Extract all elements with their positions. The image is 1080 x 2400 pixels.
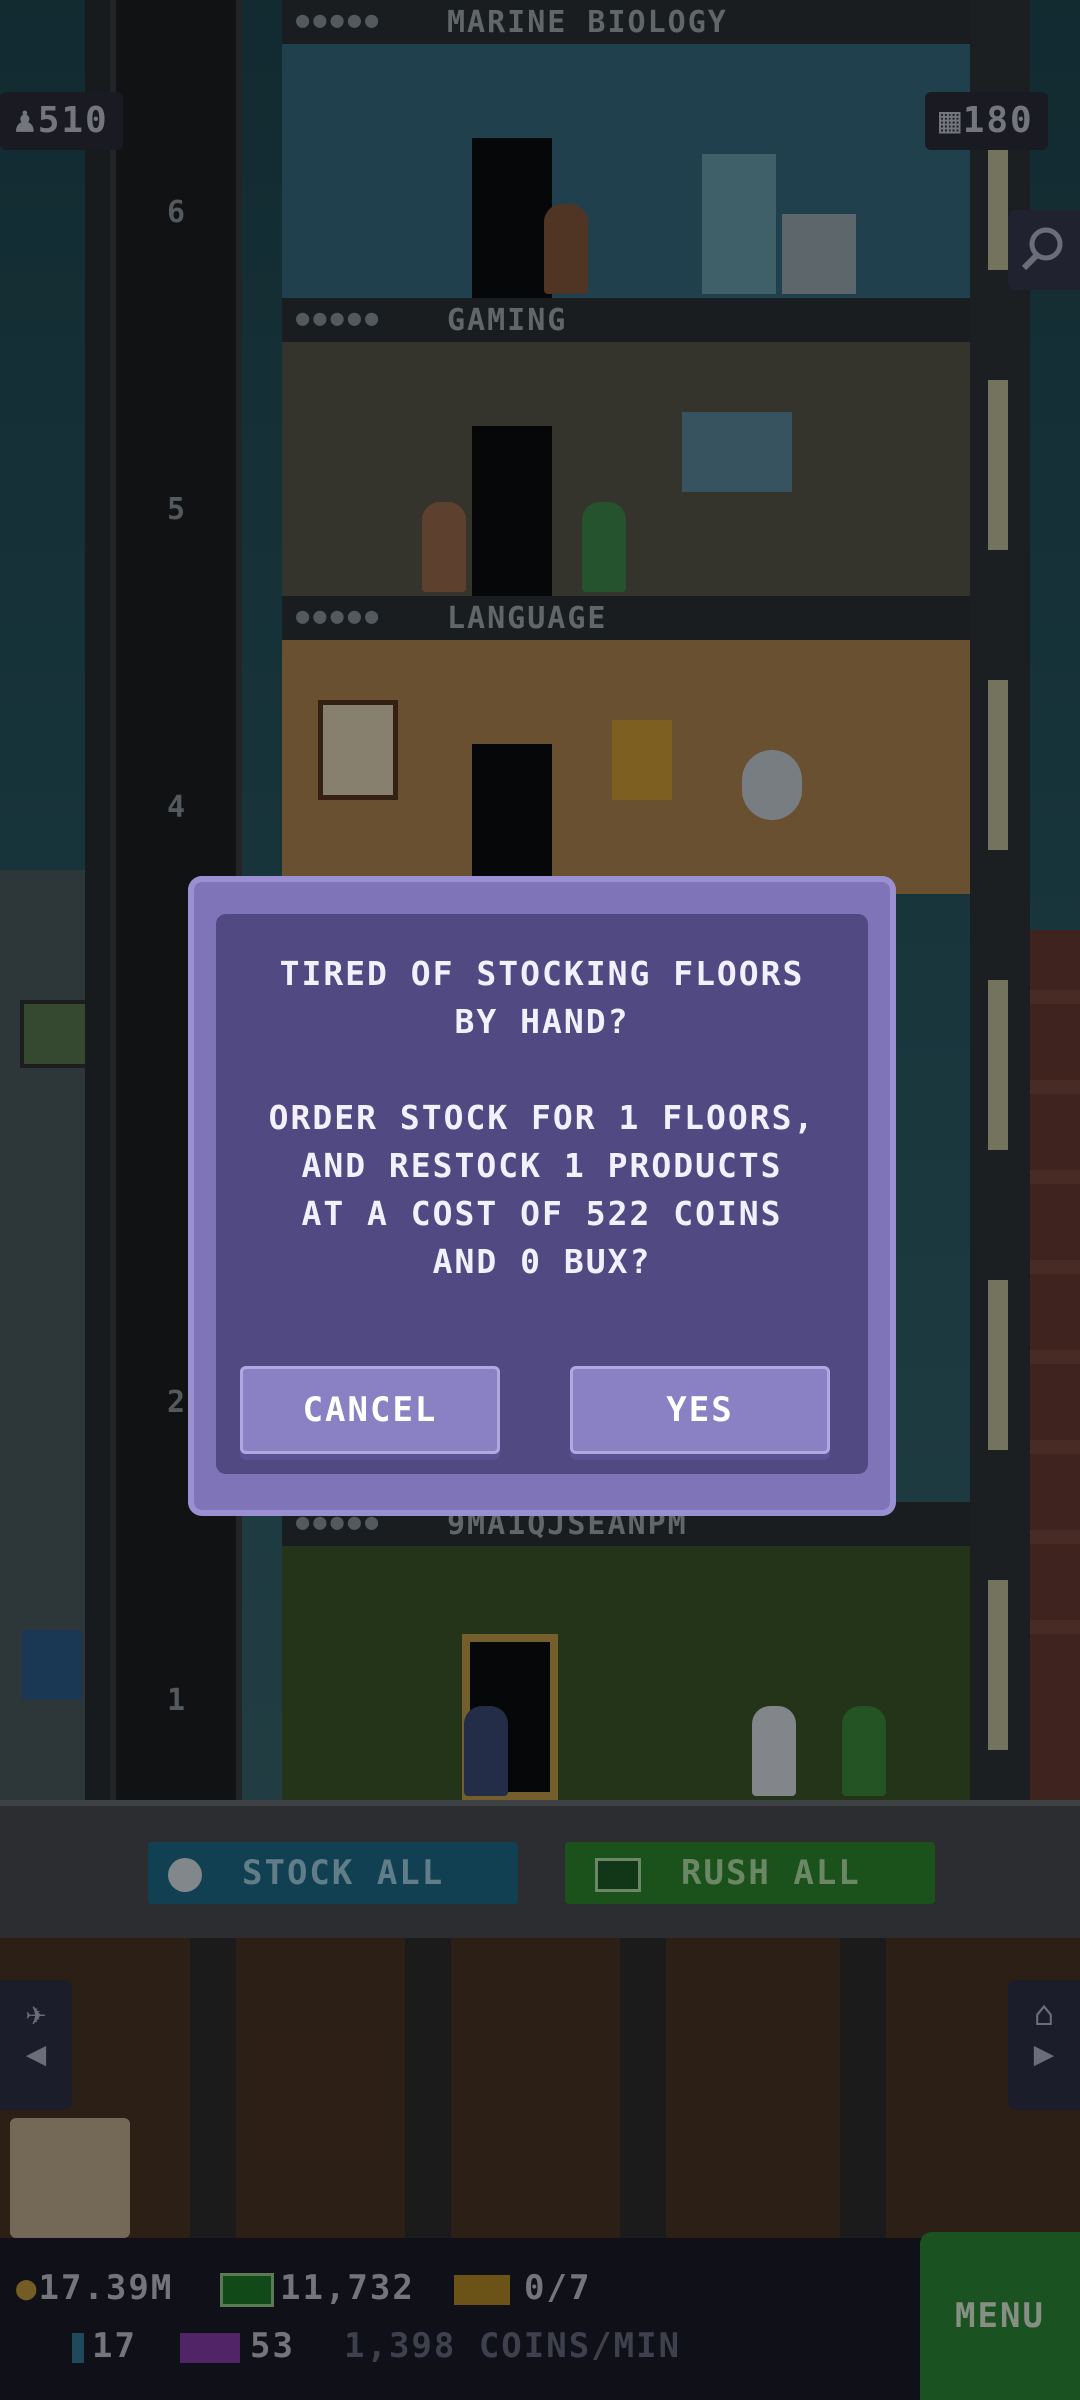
dialog-message-line: AND 0 BUX? — [432, 1242, 652, 1281]
cancel-button[interactable]: CANCEL — [240, 1366, 500, 1454]
dialog-message-line: AT A COST OF 522 COINS — [301, 1194, 783, 1233]
dialog-message-line: ORDER STOCK FOR 1 FLOORS, — [268, 1098, 816, 1137]
stock-dialog: TIRED OF STOCKING FLOORS BY HAND? ORDER … — [188, 876, 896, 1516]
dialog-message-line: BY HAND? — [454, 1002, 630, 1041]
dialog-message-line: TIRED OF STOCKING FLOORS — [279, 954, 805, 993]
dialog-panel: TIRED OF STOCKING FLOORS BY HAND? ORDER … — [216, 914, 868, 1474]
yes-button[interactable]: YES — [570, 1366, 830, 1454]
dialog-message-line: AND RESTOCK 1 PRODUCTS — [301, 1146, 783, 1185]
